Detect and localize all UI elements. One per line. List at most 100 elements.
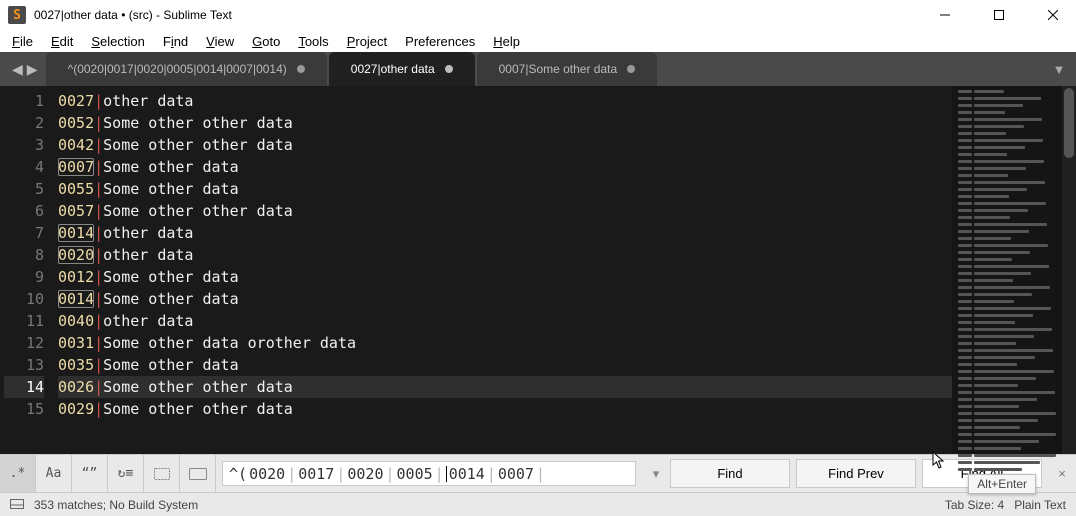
line-number: 5 (4, 178, 44, 200)
tab-0[interactable]: ^(0020|0017|0020|0005|0014|0007|0014) (46, 52, 327, 86)
code-id-segment: 0042 (58, 136, 94, 154)
menu-project[interactable]: Project (339, 32, 395, 51)
menu-goto[interactable]: Goto (244, 32, 288, 51)
code-id-segment: 0035 (58, 356, 94, 374)
pipe-char: | (94, 224, 103, 242)
code-line[interactable]: 0042|Some other other data (58, 134, 952, 156)
find-query-group: 0020 (249, 465, 285, 483)
text-cursor (446, 466, 447, 482)
code-line[interactable]: 0027|other data (58, 90, 952, 112)
tab-2[interactable]: 0007|Some other data (477, 52, 658, 86)
find-wrap-toggle[interactable]: ↻≡ (108, 455, 144, 493)
find-input[interactable]: ^(0020|0017|0020|0005|0014|0007| (222, 461, 636, 486)
pipe-char: | (94, 158, 103, 176)
find-wholeword-toggle[interactable]: “” (72, 455, 108, 493)
code-line[interactable]: 0007|Some other data (58, 156, 952, 178)
code-line[interactable]: 0012|Some other data (58, 266, 952, 288)
app-icon: S (8, 6, 26, 24)
code-line[interactable]: 0035|Some other data (58, 354, 952, 376)
menu-find[interactable]: Find (155, 32, 196, 51)
tab-1[interactable]: 0027|other data (329, 52, 475, 86)
code-id-segment: 0057 (58, 202, 94, 220)
tab-overflow-button[interactable]: ▼ (1042, 52, 1076, 86)
minimap[interactable] (952, 86, 1062, 454)
code-text-segment: Some other data (103, 356, 238, 374)
code-id-segment: 0055 (58, 180, 94, 198)
status-tab-size[interactable]: Tab Size: 4 (945, 498, 1004, 512)
code-line[interactable]: 0014|other data (58, 222, 952, 244)
find-query-pipe: | (336, 465, 345, 483)
find-next-button[interactable]: Find (670, 459, 790, 488)
code-line[interactable]: 0014|Some other data (58, 288, 952, 310)
pipe-char: | (94, 136, 103, 154)
editor-area: 123456789101112131415 0027|other data005… (0, 86, 1076, 454)
code-id-segment: 0012 (58, 268, 94, 286)
dirty-dot-icon (445, 65, 453, 73)
tab-label: 0007|Some other data (499, 62, 618, 76)
line-number: 9 (4, 266, 44, 288)
maximize-icon (994, 10, 1004, 20)
code-text-segment: Some other other data (103, 202, 293, 220)
line-number: 12 (4, 332, 44, 354)
code-text-segment: Some other other data (103, 378, 293, 396)
line-number: 6 (4, 200, 44, 222)
pipe-char: | (94, 268, 103, 286)
status-syntax[interactable]: Plain Text (1014, 498, 1066, 512)
code[interactable]: 0027|other data0052|Some other other dat… (58, 86, 952, 454)
line-number: 7 (4, 222, 44, 244)
line-number: 13 (4, 354, 44, 376)
code-line[interactable]: 0057|Some other other data (58, 200, 952, 222)
code-text-segment: Some other other data (103, 400, 293, 418)
status-bar: 353 matches; No Build System Tab Size: 4… (0, 492, 1076, 516)
dirty-dot-icon (627, 65, 635, 73)
vertical-scrollbar[interactable] (1062, 86, 1076, 454)
nav-arrows: ◀ ▶ (4, 52, 46, 86)
code-line[interactable]: 0040|other data (58, 310, 952, 332)
gutter: 123456789101112131415 (0, 86, 58, 454)
mouse-cursor-icon (932, 451, 946, 472)
menu-file[interactable]: File (4, 32, 41, 51)
menu-help[interactable]: Help (485, 32, 528, 51)
nav-forward-icon[interactable]: ▶ (27, 61, 38, 78)
find-query-pipe: | (287, 465, 296, 483)
code-id-segment: 0014 (58, 224, 94, 242)
scrollbar-thumb[interactable] (1064, 88, 1074, 158)
app-window: S 0027|other data • (src) - Sublime Text… (0, 0, 1076, 516)
code-line[interactable]: 0029|Some other other data (58, 398, 952, 420)
code-line[interactable]: 0055|Some other data (58, 178, 952, 200)
find-inselection-toggle[interactable] (144, 455, 180, 493)
pipe-char: | (94, 92, 103, 110)
code-text-segment: Some other data (103, 290, 238, 308)
find-prev-button[interactable]: Find Prev (796, 459, 916, 488)
editor[interactable]: 123456789101112131415 0027|other data005… (0, 86, 952, 454)
find-query-group: 0007 (498, 465, 534, 483)
nav-back-icon[interactable]: ◀ (12, 61, 23, 78)
find-case-toggle[interactable]: Aa (36, 455, 72, 493)
find-regex-toggle[interactable]: .* (0, 455, 36, 493)
code-text-segment: other data (103, 224, 193, 242)
menu-tools[interactable]: Tools (290, 32, 336, 51)
code-line[interactable]: 0031|Some other data orother data (58, 332, 952, 354)
panel-switcher-icon[interactable] (10, 498, 24, 512)
highlight-icon (189, 468, 207, 480)
pipe-char: | (94, 246, 103, 264)
menu-preferences[interactable]: Preferences (397, 32, 483, 51)
minimize-button[interactable] (922, 0, 968, 30)
line-number: 14 (4, 376, 44, 398)
menu-edit[interactable]: Edit (43, 32, 81, 51)
code-line[interactable]: 0052|Some other other data (58, 112, 952, 134)
find-history-dropdown[interactable]: ▾ (642, 466, 670, 482)
code-id-segment: 0027 (58, 92, 94, 110)
menu-selection[interactable]: Selection (83, 32, 152, 51)
code-line[interactable]: 0020|other data (58, 244, 952, 266)
line-number: 15 (4, 398, 44, 420)
code-text-segment: Some other data (103, 180, 238, 198)
maximize-button[interactable] (976, 0, 1022, 30)
close-button[interactable] (1030, 0, 1076, 30)
find-highlight-toggle[interactable] (180, 455, 216, 493)
code-line[interactable]: 0026|Some other other data (58, 376, 952, 398)
menu-view[interactable]: View (198, 32, 242, 51)
close-icon (1048, 10, 1058, 20)
code-text-segment: other data (103, 246, 193, 264)
find-query-pipe: | (386, 465, 395, 483)
